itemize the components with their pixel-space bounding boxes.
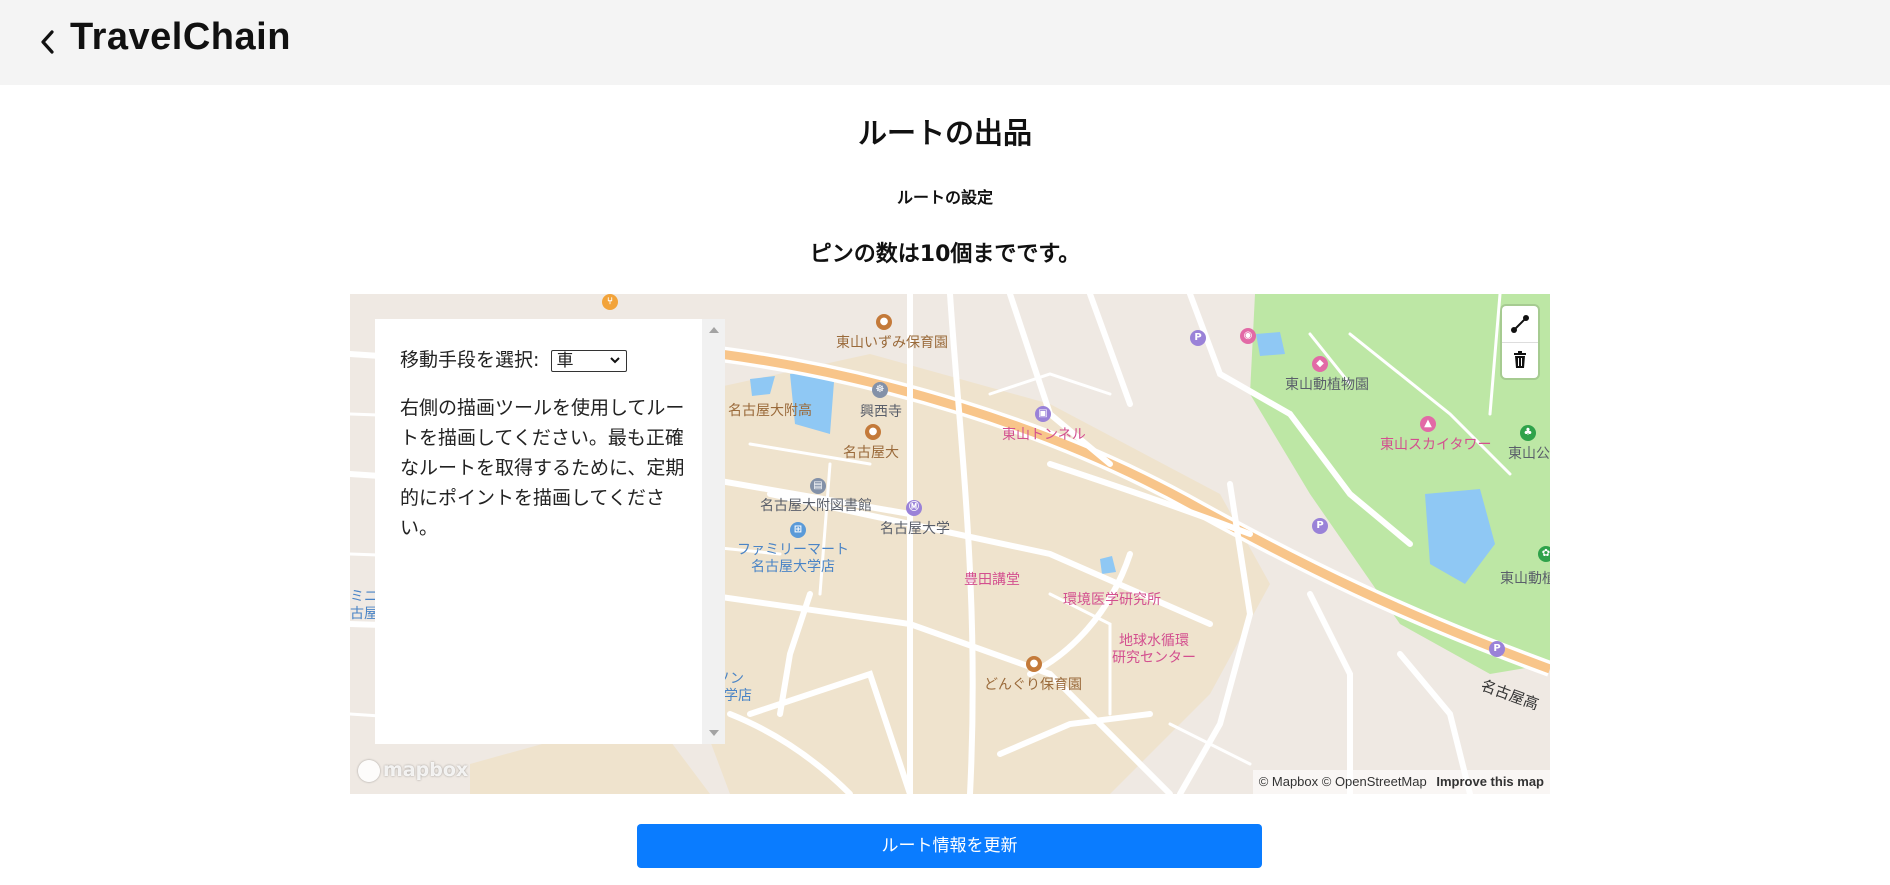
map-label-hydro-center: 研究センター [1112, 650, 1196, 666]
pin-limit-note: ピンの数は10個までです。 [809, 242, 1081, 267]
map-label-nagoya-univ: 名古屋大 [843, 445, 899, 461]
map-label-higashiyama-botanical: 東山動植 [1500, 571, 1550, 587]
app-header: TravelChain [0, 0, 1890, 85]
mapbox-logo[interactable]: mapbox [358, 759, 468, 782]
mapbox-mark-icon [358, 759, 380, 782]
map-label-nagoya-daigaku-station: 名古屋大学 [880, 521, 950, 537]
transport-mode-label: 移動手段を選択: [400, 349, 540, 371]
restaurant-marker: ⑂ [602, 294, 618, 310]
chevron-left-icon[interactable] [36, 26, 60, 58]
garden-marker: ✿ [1538, 546, 1550, 562]
park-marker: ♣ [1520, 425, 1536, 441]
map-label-higashiyama-tunnel: 東山トンネル [1002, 427, 1086, 443]
line-draw-icon [1511, 315, 1529, 333]
library-marker: ▤ [810, 478, 826, 494]
map-label-env-med: 環境医学研究所 [1063, 592, 1161, 608]
update-route-button[interactable]: ルート情報を更新 [637, 824, 1262, 868]
map-label-familymart-branch: 名古屋大学店 [751, 559, 835, 575]
map-label-zoo: 東山動植物園 [1285, 377, 1369, 393]
tunnel-marker: ▣ [1035, 406, 1051, 422]
section-title: ルートの設定 [896, 188, 993, 207]
school-marker: ● [876, 314, 892, 330]
parking-marker: P [1489, 641, 1505, 657]
transport-mode-row: 移動手段を選択: 車 [400, 345, 628, 372]
map-attribution: © Mapbox © OpenStreetMap Improve this ma… [1252, 770, 1550, 794]
school-marker: ● [1026, 656, 1042, 672]
map-label-higashiyama-park: 東山公 [1508, 446, 1550, 462]
university-marker: ● [865, 424, 881, 440]
scroll-down-arrow[interactable] [709, 730, 719, 736]
map-label-toyoda-hall: 豊田講堂 [964, 572, 1020, 588]
shop-marker: ⊞ [790, 522, 806, 538]
route-map[interactable]: ⑂ ✚ 2 ● 東山いずみ保育園 ● 名古屋大附高 ☸ 興西寺 ▣ 東山トンネル… [350, 294, 1550, 794]
map-label-library: 名古屋大附図書館 [760, 498, 872, 514]
scroll-up-arrow[interactable] [709, 327, 719, 333]
app-title: TravelChain [70, 16, 291, 58]
trash-icon [1514, 351, 1526, 368]
attraction-marker: ◉ [1240, 328, 1256, 344]
map-label-higashiyama-izumi: 東山いずみ保育園 [836, 335, 948, 351]
map-label-donguri: どんぐり保育園 [984, 677, 1082, 693]
map-label-kosaiji: 興西寺 [860, 404, 902, 420]
transport-panel: 移動手段を選択: 車 右側の描画ツールを使用してルートを描画してください。最も正… [375, 319, 725, 744]
parking-marker: P [1312, 518, 1328, 534]
panel-scrollbar[interactable] [702, 319, 725, 744]
tower-marker: ▲ [1420, 416, 1436, 432]
temple-marker: ☸ [872, 382, 888, 398]
draw-line-button[interactable] [1502, 306, 1538, 343]
attribution-text: © Mapbox © OpenStreetMap [1258, 774, 1427, 789]
parking-marker: P [1190, 330, 1206, 346]
improve-map-link[interactable]: Improve this map [1436, 774, 1544, 789]
page-title: ルートの出品 [857, 116, 1032, 150]
map-label-nagoya-fuzoku-high: 名古屋大附高 [728, 403, 812, 419]
station-marker: Ⓜ [906, 500, 922, 516]
delete-button[interactable] [1502, 342, 1538, 378]
map-label-sky-tower: 東山スカイタワー [1380, 437, 1492, 453]
zoo-marker: ◆ [1312, 356, 1328, 372]
drawing-instructions: 右側の描画ツールを使用してルートを描画してください。最も正確なルートを取得するた… [400, 397, 685, 539]
draw-controls [1502, 306, 1538, 378]
chevron-down-icon [610, 356, 621, 363]
map-label-left-edge-2: 古屋 [350, 606, 378, 622]
transport-mode-select[interactable]: 車 [551, 349, 628, 372]
transport-mode-value: 車 [556, 350, 574, 371]
